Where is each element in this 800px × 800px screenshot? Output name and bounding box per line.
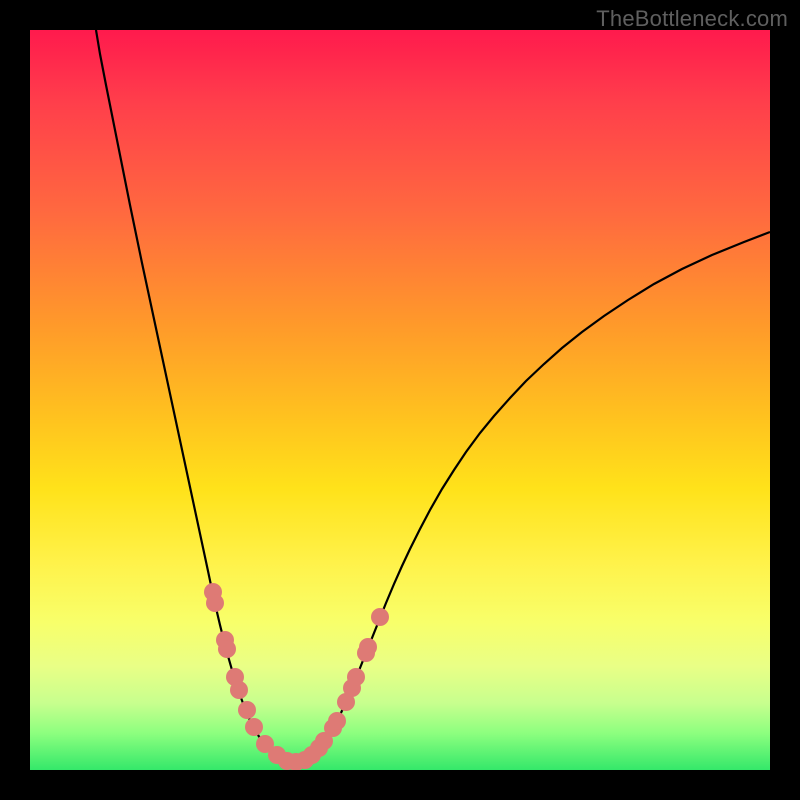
curve-right [292,232,770,763]
data-dot [238,701,256,719]
chart-frame: TheBottleneck.com [0,0,800,800]
data-dot [245,718,263,736]
chart-svg [30,30,770,770]
data-dot [230,681,248,699]
chart-plot-area [30,30,770,770]
data-dot [347,668,365,686]
curve-left [96,30,292,763]
data-dot [206,594,224,612]
data-dot [218,640,236,658]
watermark-text: TheBottleneck.com [596,6,788,32]
data-dot [371,608,389,626]
data-dot [328,712,346,730]
dots-group [204,583,389,770]
data-dot [359,638,377,656]
